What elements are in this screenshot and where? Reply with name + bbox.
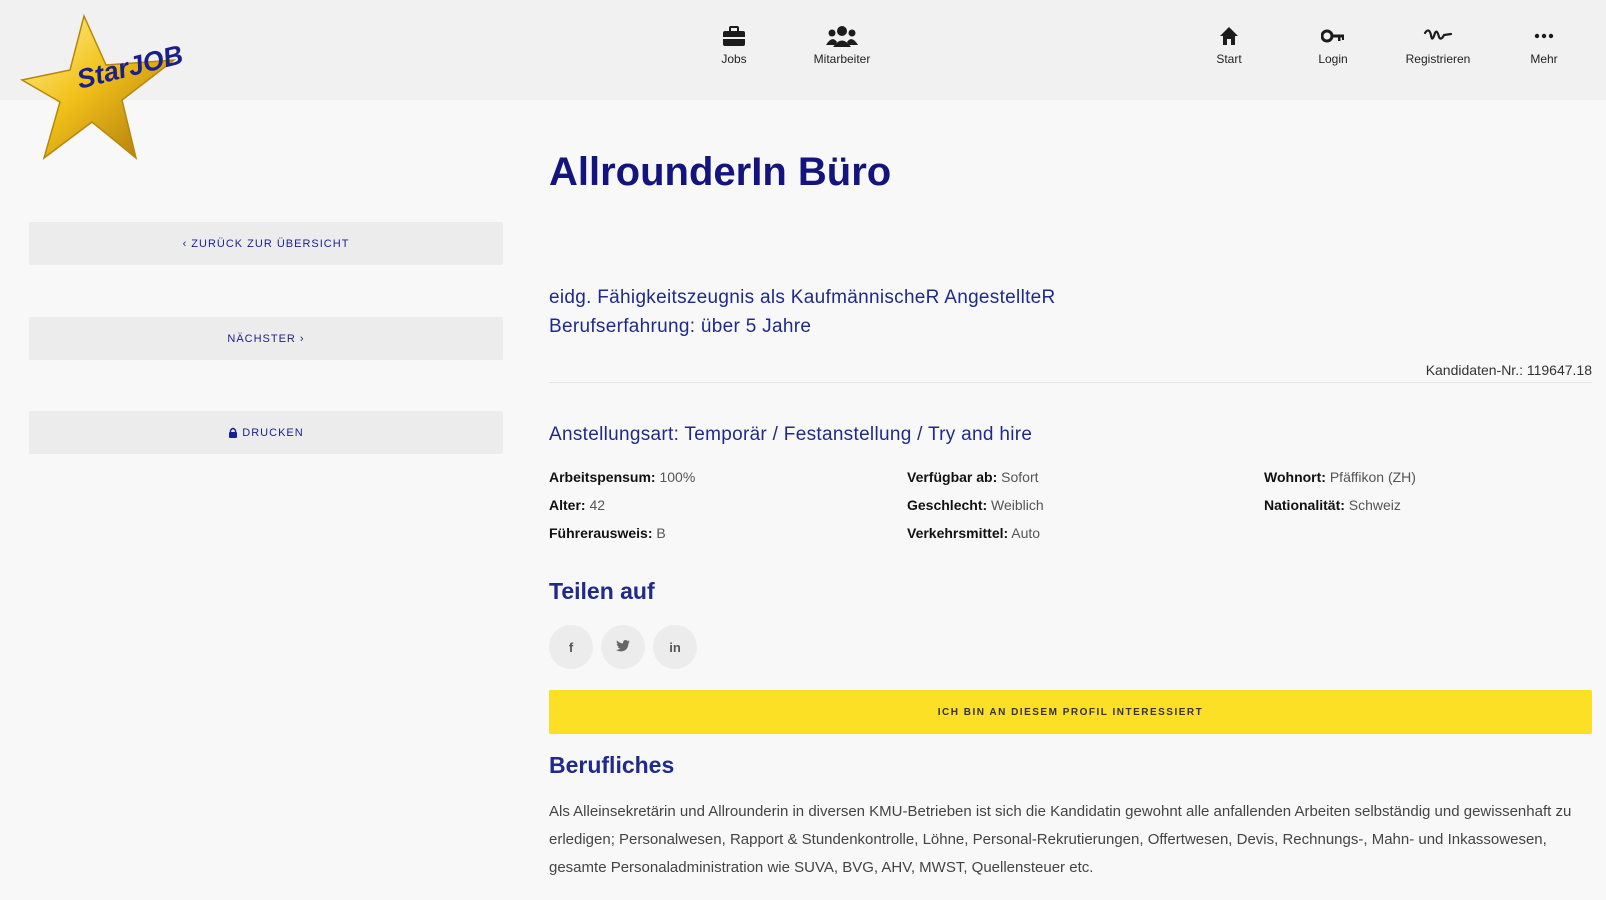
- print-button[interactable]: Drucken: [29, 411, 503, 454]
- starjob-logo[interactable]: StarJOB: [14, 10, 186, 165]
- employment-type: Anstellungsart: Temporär / Festanstellun…: [549, 424, 1033, 445]
- beruflich-text: Als Alleinsekretärin und Allrounderin in…: [549, 803, 1572, 876]
- fact-verkehr-value: Auto: [1011, 525, 1041, 541]
- fact-wohnort-label: Wohnort:: [1264, 469, 1326, 485]
- fact-wohnort: Wohnort: Pfäffikon (ZH): [1264, 469, 1416, 485]
- qualification-text: eidg. Fähigkeitszeugnis als Kaufmännisch…: [549, 287, 1056, 308]
- fact-verfuegbar-label: Verfügbar ab:: [907, 469, 998, 485]
- lock-icon: [228, 427, 238, 438]
- next-candidate-button[interactable]: Nächster ›: [29, 317, 503, 360]
- divider: [549, 382, 1592, 383]
- linkedin-icon: in: [669, 639, 681, 655]
- fact-wohnort-value: Pfäffikon (ZH): [1329, 469, 1416, 485]
- signature-icon: [1393, 24, 1483, 48]
- fact-alter: Alter: 42: [549, 497, 605, 513]
- fact-nation-value: Schweiz: [1348, 497, 1401, 513]
- fact-verfuegbar-value: Sofort: [1001, 469, 1039, 485]
- fact-fuehrer-value: B: [656, 525, 666, 541]
- fact-pensum-value: 100%: [659, 469, 696, 485]
- nav-start-label: Start: [1216, 52, 1242, 66]
- fact-geschlecht-label: Geschlecht:: [907, 497, 988, 513]
- nav-jobs[interactable]: Jobs: [689, 24, 779, 66]
- back-to-overview-label: ‹ Zurück zur Übersicht: [182, 237, 350, 250]
- nav-registrieren[interactable]: Registrieren: [1393, 24, 1483, 66]
- home-icon: [1184, 24, 1274, 48]
- fact-nation-label: Nationalität:: [1264, 497, 1345, 513]
- back-to-overview-button[interactable]: ‹ Zurück zur Übersicht: [29, 222, 503, 265]
- nav-start[interactable]: Start: [1184, 24, 1274, 66]
- nav-registrieren-label: Registrieren: [1405, 52, 1471, 66]
- fact-pensum: Arbeitspensum: 100%: [549, 469, 695, 485]
- nav-login-label: Login: [1318, 52, 1348, 66]
- nav-login[interactable]: Login: [1288, 24, 1378, 66]
- fact-pensum-label: Arbeitspensum:: [549, 469, 656, 485]
- next-candidate-label: Nächster ›: [227, 332, 305, 345]
- fact-verfuegbar: Verfügbar ab: Sofort: [907, 469, 1039, 485]
- interest-button[interactable]: Ich bin an diesem Profil interessiert: [549, 690, 1592, 734]
- share-twitter-button[interactable]: [601, 625, 645, 669]
- share-facebook-button[interactable]: f: [549, 625, 593, 669]
- fact-verkehrsmittel: Verkehrsmittel: Auto: [907, 525, 1040, 541]
- beruflich-title: Berufliches: [549, 752, 675, 778]
- key-icon: [1288, 24, 1378, 48]
- more-dots-icon: [1499, 24, 1589, 48]
- print-label: Drucken: [242, 426, 304, 439]
- fact-verkehr-label: Verkehrsmittel:: [907, 525, 1009, 541]
- candidate-number: Kandidaten-Nr.: 119647.18: [1425, 362, 1592, 378]
- fact-alter-value: 42: [589, 497, 606, 513]
- share-linkedin-button[interactable]: in: [653, 625, 697, 669]
- nav-mehr[interactable]: Mehr: [1499, 24, 1589, 66]
- fact-fuehrerausweis: Führerausweis: B: [549, 525, 666, 541]
- twitter-icon: [616, 639, 630, 655]
- nav-jobs-label: Jobs: [721, 52, 747, 66]
- fact-fuehrer-label: Führerausweis:: [549, 525, 653, 541]
- fact-geschlecht: Geschlecht: Weiblich: [907, 497, 1044, 513]
- fact-geschlecht-value: Weiblich: [991, 497, 1044, 513]
- profile-title: AllrounderIn Büro: [549, 150, 892, 194]
- qualification-block: eidg. Fähigkeitszeugnis als Kaufmännisch…: [549, 283, 1056, 341]
- briefcase-icon: [689, 24, 779, 48]
- users-icon: [797, 24, 887, 48]
- facebook-icon: f: [568, 639, 574, 655]
- share-title: Teilen auf: [549, 578, 655, 604]
- interest-button-label: Ich bin an diesem Profil interessiert: [937, 706, 1204, 718]
- nav-mitarbeiter[interactable]: Mitarbeiter: [797, 24, 887, 66]
- nav-mitarbeiter-label: Mitarbeiter: [813, 52, 871, 66]
- experience-text: Berufserfahrung: über 5 Jahre: [549, 316, 812, 337]
- nav-mehr-label: Mehr: [1530, 52, 1558, 66]
- fact-alter-label: Alter:: [549, 497, 586, 513]
- fact-nationalitaet: Nationalität: Schweiz: [1264, 497, 1401, 513]
